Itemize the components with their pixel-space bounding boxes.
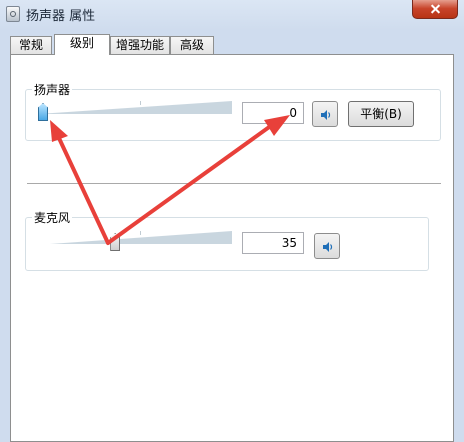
microphone-volume-value[interactable]: 35	[242, 232, 304, 254]
speaker-volume-value[interactable]: 0	[242, 102, 304, 124]
divider	[27, 183, 441, 184]
speaker-volume-track[interactable]	[38, 101, 232, 114]
close-button[interactable]	[412, 0, 458, 19]
speaker-icon	[323, 242, 333, 252]
microphone-group: 麦克风 35	[25, 209, 429, 271]
microphone-mute-button[interactable]	[314, 233, 340, 259]
tab-general[interactable]: 常规	[10, 36, 52, 54]
speaker-mute-button[interactable]	[312, 101, 338, 127]
speaker-group-label: 扬声器	[32, 81, 73, 98]
tab-levels[interactable]: 级别	[54, 34, 110, 55]
tab-enhancements[interactable]: 增强功能	[110, 36, 170, 54]
track-tick	[140, 101, 141, 105]
speaker-group: 扬声器 0 平衡(B)	[25, 81, 441, 141]
properties-window: 扬声器 属性 常规 级别 增强功能 高级 扬声器 0 平衡(B) 麦克风 35	[0, 0, 464, 442]
speaker-icon	[321, 110, 331, 120]
speaker-properties-icon	[6, 6, 20, 22]
balance-button[interactable]: 平衡(B)	[348, 101, 414, 127]
microphone-volume-track[interactable]	[50, 231, 232, 244]
microphone-group-label: 麦克风	[32, 209, 73, 226]
track-tick	[140, 231, 141, 235]
levels-panel: 扬声器 0 平衡(B) 麦克风 35	[10, 54, 454, 442]
window-title: 扬声器 属性	[26, 9, 96, 24]
title-bar[interactable]: 扬声器 属性	[0, 0, 464, 28]
tab-advanced[interactable]: 高级	[170, 36, 214, 54]
